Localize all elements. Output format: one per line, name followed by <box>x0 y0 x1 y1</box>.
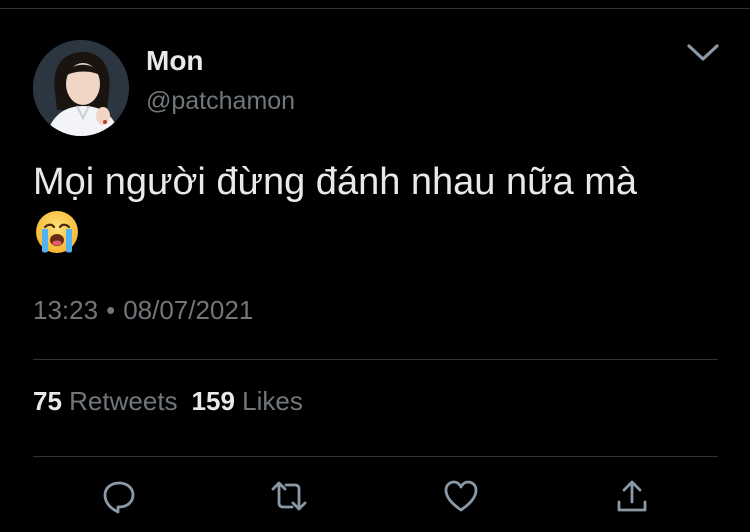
share-icon <box>615 478 649 519</box>
like-button[interactable] <box>441 478 481 518</box>
tweet-text: Mọi người đừng đánh nhau nữa mà <box>33 161 638 203</box>
retweets-count: 75 <box>33 386 62 416</box>
reply-button[interactable] <box>99 478 139 518</box>
divider <box>33 359 718 360</box>
avatar[interactable] <box>33 40 129 136</box>
share-button[interactable] <box>612 478 652 518</box>
reply-icon <box>101 478 137 519</box>
loudly-crying-face-icon <box>34 209 80 255</box>
separator-dot: • <box>106 295 116 325</box>
tweet-timestamp: 13:23 • 08/07/2021 <box>33 295 253 326</box>
author-name[interactable]: Mon <box>146 45 204 77</box>
retweet-icon <box>270 479 308 518</box>
likes-label: Likes <box>242 386 303 416</box>
likes-stat[interactable]: 159 Likes <box>192 386 303 416</box>
tweet-time: 13:23 <box>33 295 99 325</box>
heart-icon <box>443 479 479 518</box>
tweet-detail-view: Mon @patchamon Mọi người đừng đánh nhau … <box>0 0 750 532</box>
retweet-button[interactable] <box>269 478 309 518</box>
retweets-label: Retweets <box>69 386 178 416</box>
top-divider <box>0 8 750 9</box>
tweet-date: 08/07/2021 <box>123 295 254 325</box>
author-handle[interactable]: @patchamon <box>146 87 295 116</box>
divider <box>33 456 718 457</box>
more-options-button[interactable] <box>684 40 722 70</box>
likes-count: 159 <box>191 386 235 416</box>
retweets-stat[interactable]: 75 Retweets <box>33 386 178 416</box>
chevron-down-icon <box>686 43 720 68</box>
engagement-stats: 75 Retweets 159 Likes <box>33 386 317 417</box>
